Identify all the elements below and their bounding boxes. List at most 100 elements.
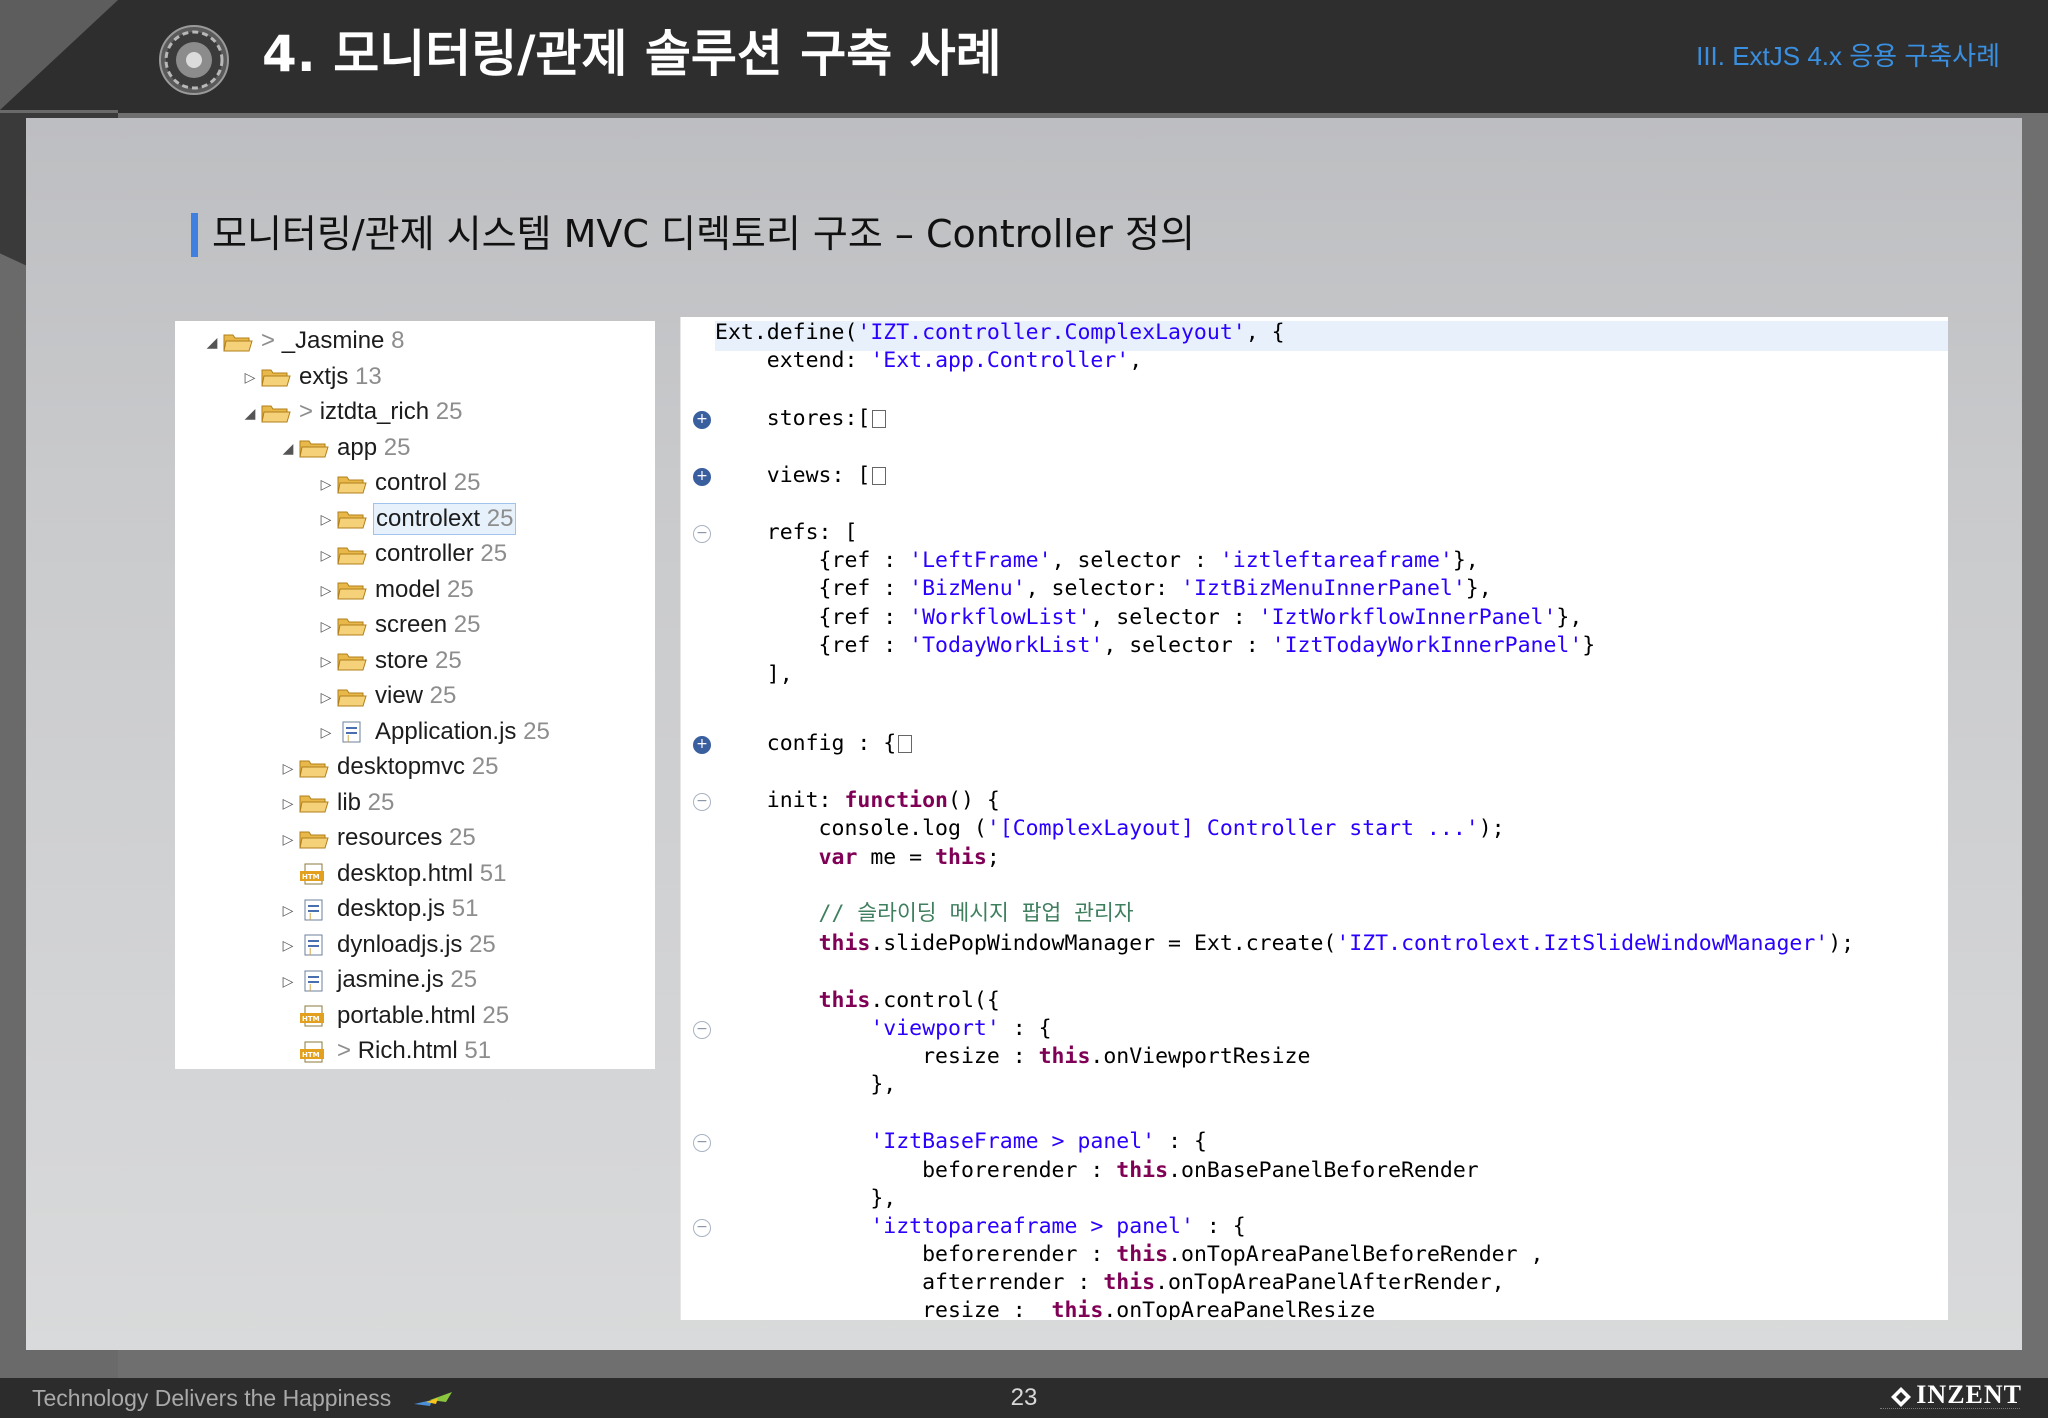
- collapsed-arrow-icon[interactable]: ▷: [277, 893, 299, 927]
- expanded-arrow-icon[interactable]: ◢: [201, 325, 223, 359]
- collapse-fold-icon[interactable]: −: [693, 1021, 711, 1039]
- code-keyword: this: [1038, 1044, 1091, 1069]
- code-line: beforerender : this.onBasePanelBeforeRen…: [715, 1157, 1479, 1185]
- header-corner: [0, 0, 118, 110]
- tree-item-revision: 13: [348, 362, 382, 390]
- tree-item-name: desktopmvc: [337, 753, 466, 780]
- folder-icon: [337, 476, 367, 494]
- tree-item-app[interactable]: ◢ app 25: [277, 431, 412, 465]
- tree-item-view[interactable]: ▷ view 25: [315, 679, 458, 713]
- collapsed-block-icon[interactable]: [872, 410, 887, 428]
- code-line: resize : this.onTopAreaPanelResize: [715, 1297, 1375, 1320]
- code-text: beforerender :: [715, 1158, 1117, 1183]
- slide-title: 4. 모니터링/관제 솔루션 구축 사례: [262, 25, 1002, 83]
- tree-item-revision: 51: [473, 859, 507, 887]
- collapsed-arrow-icon[interactable]: ▷: [315, 502, 337, 536]
- collapse-fold-icon[interactable]: −: [693, 793, 711, 811]
- code-text: },: [715, 1072, 897, 1097]
- tree-item-iztdta-rich[interactable]: ◢ > iztdta_rich 25: [239, 395, 464, 429]
- code-text: }: [1582, 633, 1596, 658]
- tree-item-controlext[interactable]: ▷ controlext 25: [315, 502, 517, 536]
- collapsed-block-icon[interactable]: [872, 467, 887, 485]
- collapsed-arrow-icon[interactable]: ▷: [315, 467, 337, 501]
- code-editor[interactable]: Ext.define('IZT.controller.ComplexLayout…: [680, 317, 1948, 1320]
- tree-item-application-js[interactable]: ▷ J Application.js 25: [315, 715, 552, 749]
- tree-item-revision: 25: [423, 682, 457, 709]
- tree-item-desktop-js[interactable]: ▷ Jdesktop.js 51: [277, 892, 480, 926]
- code-line: 'IztBaseFrame > panel' : {: [715, 1128, 1207, 1156]
- collapsed-arrow-icon[interactable]: ▷: [315, 538, 337, 572]
- collapsed-arrow-icon[interactable]: ▷: [315, 680, 337, 714]
- collapsed-arrow-icon[interactable]: ▷: [239, 360, 261, 394]
- collapsed-block-icon[interactable]: [898, 735, 913, 753]
- code-line: {ref : 'BizMenu', selector: 'IztBizMenuI…: [715, 575, 1492, 603]
- collapsed-arrow-icon[interactable]: ▷: [277, 928, 299, 962]
- tree-item-label: desktop.js 51: [335, 894, 480, 924]
- collapse-fold-icon[interactable]: −: [693, 1134, 711, 1152]
- tree-item-lib[interactable]: ▷ lib 25: [277, 786, 396, 820]
- code-text: },: [1452, 548, 1479, 573]
- tree-item-label: > iztdta_rich 25: [297, 397, 464, 427]
- tree-item-name: Application.js: [375, 717, 517, 745]
- folder-icon: [337, 511, 367, 529]
- code-line: {ref : 'WorkflowList', selector : 'IztWo…: [715, 604, 1583, 632]
- tree-item-model[interactable]: ▷ model 25: [315, 573, 476, 607]
- tree-item-jasmine[interactable]: ◢ > _Jasmine 8: [201, 324, 406, 358]
- dirty-marker: >: [299, 398, 320, 425]
- collapsed-arrow-icon[interactable]: ▷: [315, 644, 337, 678]
- code-string: 'Ext.app.Controller': [870, 348, 1130, 373]
- code-text: {ref :: [715, 633, 910, 658]
- footer-bar: Technology Delivers the Happiness 23 INZ…: [0, 1378, 2048, 1418]
- collapsed-arrow-icon[interactable]: ▷: [277, 751, 299, 785]
- tree-item-desktopmvc[interactable]: ▷ desktopmvc 25: [277, 750, 500, 784]
- collapsed-arrow-icon[interactable]: ▷: [315, 573, 337, 607]
- code-line: var me = this;: [715, 844, 1000, 872]
- collapsed-arrow-icon[interactable]: ▷: [315, 609, 337, 643]
- tree-item-dynloadjs-js[interactable]: ▷ Jdynloadjs.js 25: [277, 928, 498, 962]
- tree-item-resources[interactable]: ▷ resources 25: [277, 821, 478, 855]
- js-file-icon: J: [342, 721, 361, 743]
- tree-item-rich-html[interactable]: HTM > Rich.html 51: [277, 1034, 493, 1068]
- project-tree[interactable]: ◢ > _Jasmine 8 ▷ extjs 13 ◢ > iztdta_rich 25 ◢…: [175, 321, 655, 1069]
- expanded-arrow-icon[interactable]: ◢: [277, 431, 299, 465]
- tree-item-jasmine-js[interactable]: ▷ Jjasmine.js 25: [277, 963, 479, 997]
- dirty-marker: >: [337, 1037, 358, 1064]
- tree-item-name: jasmine.js: [337, 966, 444, 993]
- code-text: },: [1556, 605, 1583, 630]
- folder-icon: [337, 653, 367, 671]
- tree-item-screen[interactable]: ▷ screen 25: [315, 608, 482, 642]
- tree-item-store[interactable]: ▷ store 25: [315, 644, 464, 678]
- collapsed-arrow-icon[interactable]: ▷: [277, 786, 299, 820]
- svg-text:J: J: [308, 983, 311, 992]
- tree-item-extjs[interactable]: ▷ extjs 13: [239, 360, 384, 394]
- code-keyword: this: [1103, 1270, 1156, 1295]
- tree-item-portable-html[interactable]: HTM portable.html 25: [277, 999, 511, 1033]
- tree-item-revision: 25: [473, 540, 508, 567]
- section-subtitle: 모니터링/관제 시스템 MVC 디렉토리 구조 – Controller 정의: [212, 212, 1195, 256]
- tree-item-controller[interactable]: ▷ controller 25: [315, 537, 509, 571]
- tree-item-control[interactable]: ▷ control 25: [315, 466, 482, 500]
- folder-icon: [261, 405, 291, 423]
- collapse-fold-icon[interactable]: −: [693, 525, 711, 543]
- collapsed-arrow-icon[interactable]: ▷: [315, 715, 337, 749]
- code-line: stores:[: [715, 405, 887, 433]
- svg-text:J: J: [346, 734, 349, 743]
- tree-item-name: lib: [337, 788, 362, 816]
- expanded-arrow-icon[interactable]: ◢: [239, 396, 261, 430]
- code-text: resize :: [715, 1298, 1052, 1320]
- tree-item-desktop-html[interactable]: HTM desktop.html 51: [277, 857, 508, 891]
- tree-item-name: controller: [375, 540, 474, 567]
- tree-item-name: iztdta_rich: [319, 398, 430, 425]
- collapsed-arrow-icon[interactable]: ▷: [277, 822, 299, 856]
- code-text: extend:: [715, 348, 871, 373]
- expand-fold-icon[interactable]: +: [693, 736, 711, 754]
- tree-item-name: desktop.js: [337, 895, 446, 922]
- collapse-fold-icon[interactable]: −: [693, 1219, 711, 1237]
- tree-item-revision: 25: [447, 611, 481, 638]
- expand-fold-icon[interactable]: +: [693, 468, 711, 486]
- collapsed-arrow-icon[interactable]: ▷: [277, 964, 299, 998]
- tree-item-name: app: [337, 433, 378, 461]
- expand-fold-icon[interactable]: +: [693, 411, 711, 429]
- code-string: 'IZT.controlext.IztSlideWindowManager': [1336, 931, 1829, 956]
- svg-text:J: J: [308, 947, 311, 956]
